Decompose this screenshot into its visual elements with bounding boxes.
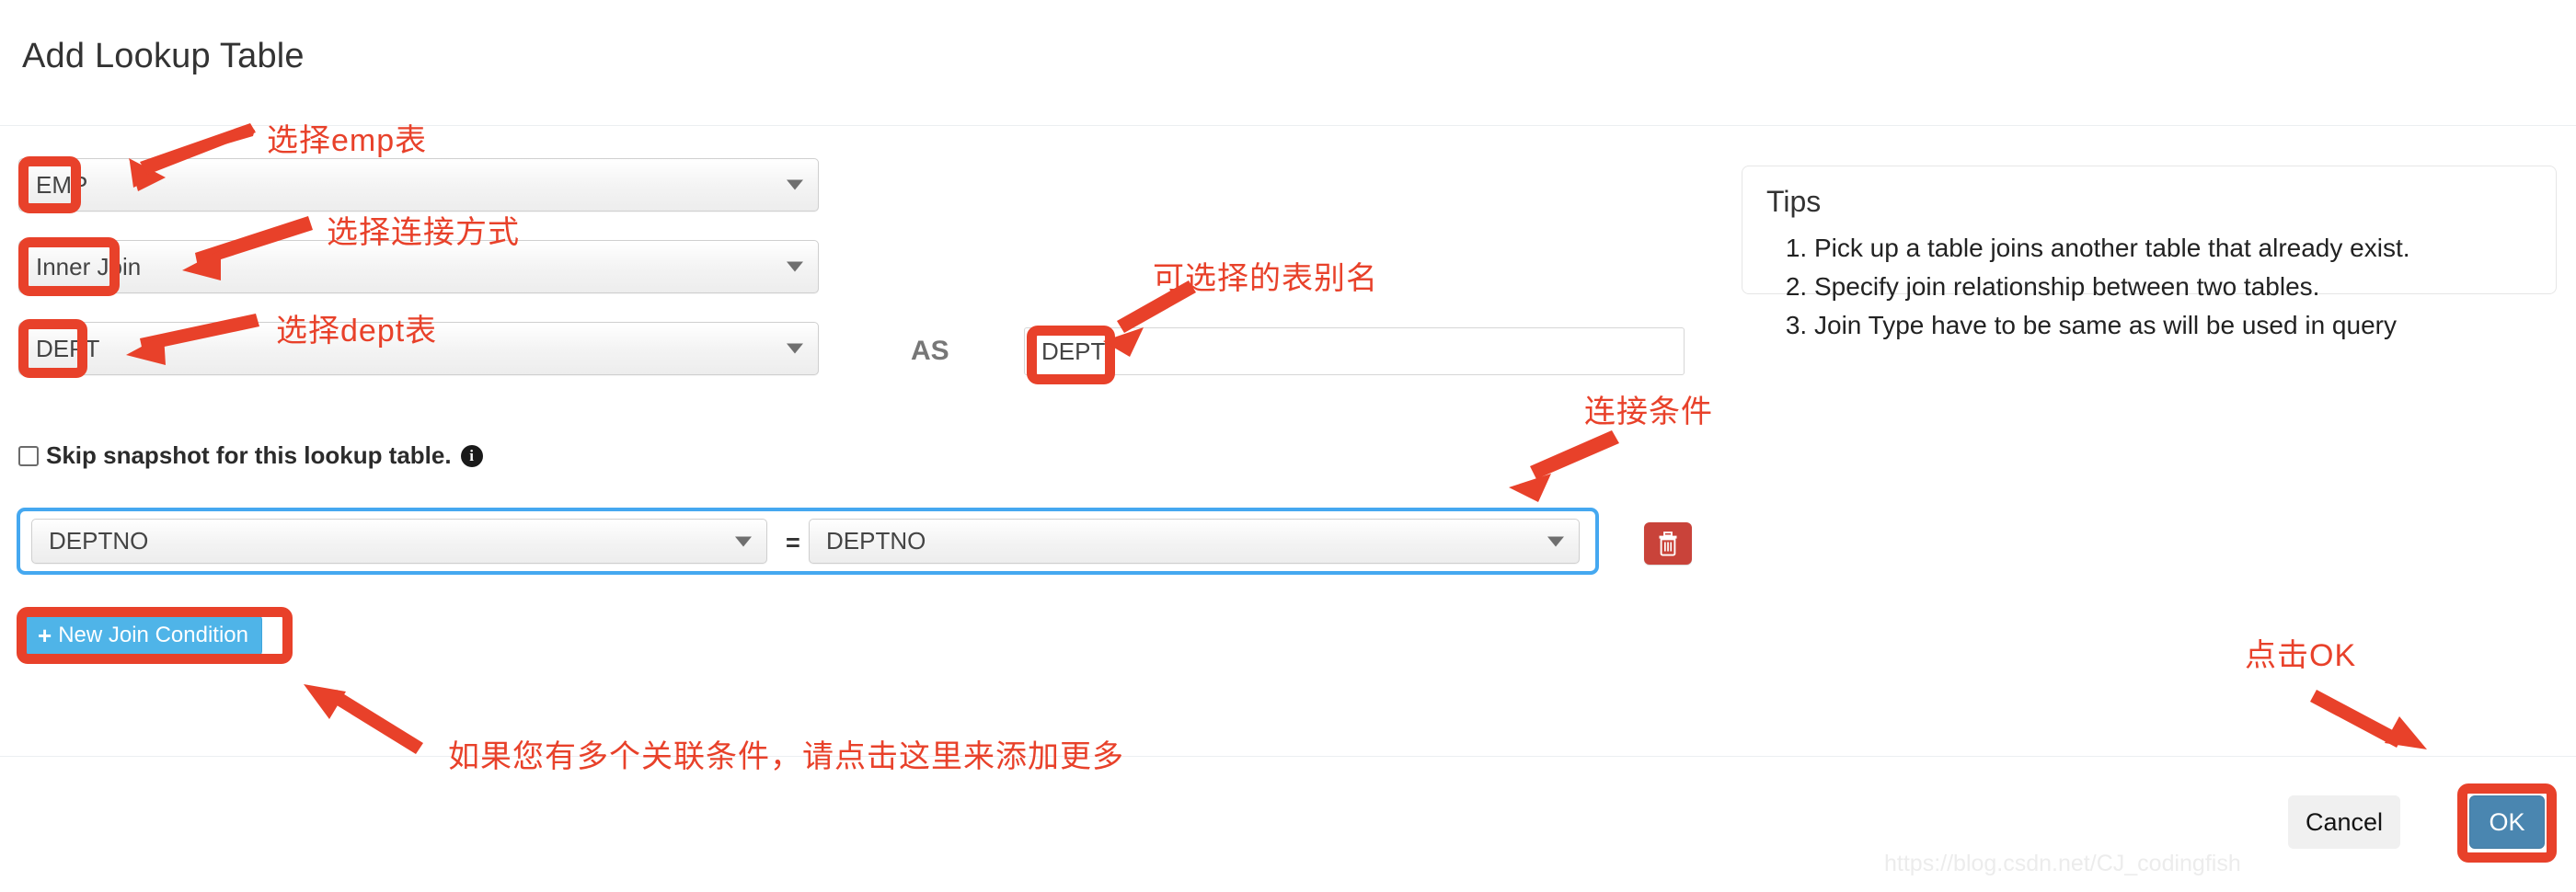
join-operator: = — [786, 529, 800, 556]
table-alias-input[interactable]: DEPT — [1024, 327, 1685, 375]
join-left-column-select[interactable]: DEPTNO — [31, 519, 767, 564]
left-table-select-value: EMP — [36, 170, 88, 199]
plus-icon: + — [38, 622, 52, 649]
left-table-select[interactable]: EMP — [18, 158, 819, 212]
annotation-click-ok: 点击OK — [2245, 638, 2357, 673]
watermark: https://blog.csdn.net/CJ_codingfish — [1884, 851, 2241, 876]
new-join-condition-button[interactable]: + New Join Condition — [26, 614, 262, 657]
tips-item: Specify join relationship between two ta… — [1814, 269, 2532, 305]
annotation-optional-alias: 可选择的表别名 — [1153, 261, 1378, 296]
join-type-select-value: Inner Join — [36, 252, 142, 280]
join-left-column-value: DEPTNO — [49, 527, 149, 555]
arrow-to-new-join-condition — [304, 684, 423, 754]
chevron-down-icon — [735, 536, 752, 546]
dialog-title: Add Lookup Table — [22, 37, 305, 75]
table-alias-value: DEPT — [1041, 337, 1106, 365]
tips-list: Pick up a table joins another table that… — [1766, 230, 2532, 343]
cancel-button[interactable]: Cancel — [2288, 795, 2400, 849]
add-lookup-table-dialog: Add Lookup Table EMP Inner Join DEPT AS … — [0, 0, 2576, 892]
annotation-pick-emp-table: 选择emp表 — [267, 123, 428, 158]
annotation-join-condition: 连接条件 — [1584, 395, 1713, 429]
chevron-down-icon — [787, 343, 803, 354]
join-right-column-select[interactable]: DEPTNO — [809, 519, 1580, 564]
delete-join-condition-button[interactable] — [1644, 522, 1692, 565]
tips-title: Tips — [1766, 185, 1822, 218]
info-icon[interactable]: i — [460, 444, 483, 467]
arrow-to-ok-button — [2310, 690, 2427, 749]
skip-snapshot-checkbox[interactable] — [18, 445, 39, 466]
tips-item: Join Type have to be same as will be use… — [1814, 307, 2532, 344]
annotation-pick-join-type: 选择连接方式 — [327, 215, 520, 250]
annotation-add-more-conditions: 如果您有多个关联条件，请点击这里来添加更多 — [448, 739, 1124, 774]
annotation-pick-dept-table: 选择dept表 — [276, 314, 438, 349]
tips-item: Pick up a table joins another table that… — [1814, 230, 2532, 267]
join-right-column-value: DEPTNO — [826, 527, 926, 555]
footer-divider — [0, 756, 2576, 757]
skip-snapshot-label: Skip snapshot for this lookup table. — [46, 441, 452, 469]
arrow-to-join-condition — [1509, 430, 1619, 502]
right-table-select-value: DEPT — [36, 334, 100, 362]
join-condition-row: DEPTNO = DEPTNO — [17, 508, 1599, 575]
as-label: AS — [911, 336, 949, 366]
chevron-down-icon — [787, 179, 803, 190]
chevron-down-icon — [787, 261, 803, 272]
skip-snapshot-row[interactable]: Skip snapshot for this lookup table. i — [18, 441, 483, 470]
ok-button[interactable]: OK — [2469, 795, 2545, 849]
chevron-down-icon — [1547, 536, 1564, 546]
new-join-condition-label: New Join Condition — [58, 623, 248, 647]
trash-icon — [1659, 531, 1677, 556]
tips-panel: Tips Pick up a table joins another table… — [1742, 166, 2557, 339]
